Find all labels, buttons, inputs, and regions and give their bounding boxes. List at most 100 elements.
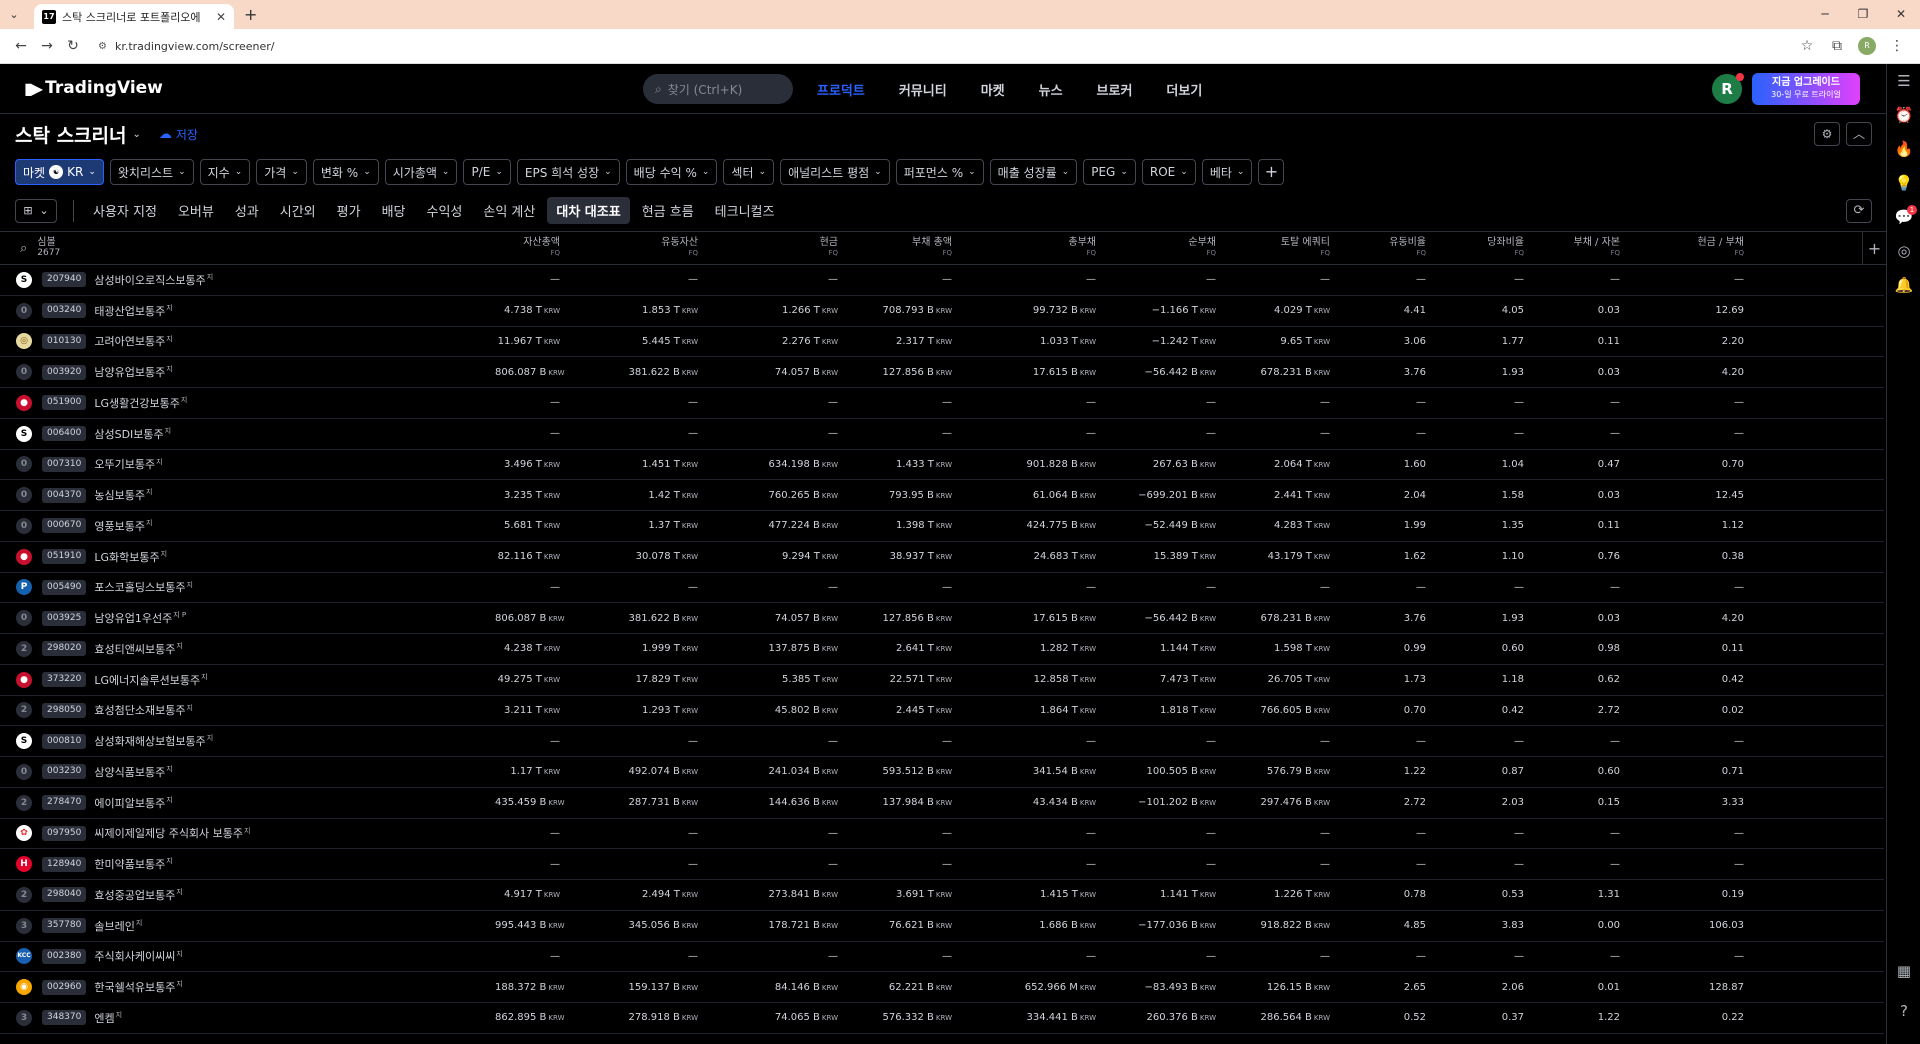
filter-chip[interactable]: EPS 희석 성장 ⌄ bbox=[516, 159, 620, 185]
nav-link-products[interactable]: 프로덕트 bbox=[817, 80, 865, 99]
page-title[interactable]: 스탁 스크리너 bbox=[15, 121, 127, 148]
company-name[interactable]: 에이피알보통주지 bbox=[94, 795, 172, 811]
table-row[interactable]: 2 298020 효성티앤씨보통주지 4.238 T KRW 1.999 T KRW 137.… bbox=[0, 634, 1884, 665]
tab-3[interactable]: 시간외 bbox=[271, 197, 325, 224]
column-header[interactable]: 토탈 에쿼티 FQ bbox=[1216, 237, 1330, 259]
tab-10[interactable]: 테크니컬즈 bbox=[706, 197, 784, 224]
table-row[interactable]: 2 278470 에이피알보통주지 435.459 B KRW 287.731 B KRW 1… bbox=[0, 788, 1884, 819]
symbol-cell[interactable]: KCC 002380 주식회사케이씨씨지 bbox=[0, 948, 495, 965]
nav-link-community[interactable]: 커뮤니티 bbox=[899, 80, 947, 99]
user-avatar[interactable]: R bbox=[1712, 73, 1744, 104]
symbol-cell[interactable]: 0 007310 오뚜기보통주지 bbox=[0, 456, 495, 473]
notifications-bell-icon[interactable]: 🔔 bbox=[1887, 268, 1920, 302]
tab-8[interactable]: 대차 대조표 bbox=[547, 197, 630, 224]
tab-1[interactable]: 오버뷰 bbox=[169, 197, 223, 224]
company-name[interactable]: 한미약품보통주지 bbox=[94, 856, 172, 872]
symbol-cell[interactable]: 0 000670 영풍보통주지 bbox=[0, 517, 495, 534]
filter-chip[interactable]: 시가총액 ⌄ bbox=[384, 159, 458, 185]
ticker-badge[interactable]: 003920 bbox=[42, 364, 87, 380]
table-row[interactable]: ◉ 002960 한국쉘석유보통주지 188.372 B KRW 159.137 B KRW… bbox=[0, 972, 1884, 1003]
filter-market[interactable]: 마켓 ☯ KR ⌄ bbox=[15, 159, 104, 185]
table-row[interactable]: S 000810 삼성화재해상보험보통주지 — — — — — — — — — — — bbox=[0, 726, 1884, 757]
filter-chip[interactable]: ROE ⌄ bbox=[1141, 159, 1196, 185]
alarm-clock-icon[interactable]: ⏰ bbox=[1887, 98, 1920, 132]
symbol-cell[interactable]: S 000810 삼성화재해상보험보통주지 bbox=[0, 733, 495, 750]
company-name[interactable]: 한국쉘석유보통주지 bbox=[94, 979, 182, 995]
symbol-cell[interactable]: 0 004370 농심보통주지 bbox=[0, 487, 495, 504]
tab-4[interactable]: 평가 bbox=[328, 197, 370, 224]
view-selector[interactable]: ⊞ ⌄ bbox=[15, 198, 57, 223]
column-header[interactable]: 유동자산 FQ bbox=[560, 237, 698, 259]
company-name[interactable]: 포스코홀딩스보통주지 bbox=[94, 579, 193, 595]
table-row[interactable]: 0 007310 오뚜기보통주지 3.496 T KRW 1.451 T KRW 634.19… bbox=[0, 450, 1884, 481]
table-row[interactable]: 3 348370 엔켐지 862.895 B KRW 278.918 B KRW 74.065… bbox=[0, 1003, 1884, 1034]
forward-icon[interactable]: → bbox=[34, 38, 60, 54]
company-name[interactable]: 엔켐지 bbox=[94, 1010, 122, 1026]
filter-chip[interactable]: 지수 ⌄ bbox=[199, 159, 251, 185]
back-icon[interactable]: ← bbox=[8, 38, 34, 54]
ticker-badge[interactable]: 000810 bbox=[42, 733, 87, 749]
column-header[interactable]: 당좌비율 FQ bbox=[1426, 237, 1524, 259]
calendar-icon[interactable]: ▦ bbox=[1887, 954, 1920, 988]
add-filter-button[interactable]: + bbox=[1258, 159, 1285, 185]
ticker-badge[interactable]: 007310 bbox=[42, 456, 87, 472]
ticker-badge[interactable]: 051900 bbox=[42, 395, 87, 411]
filter-chip[interactable]: 퍼포먼스 % ⌄ bbox=[895, 159, 984, 185]
new-tab-icon[interactable]: + bbox=[244, 5, 257, 24]
ticker-badge[interactable]: 097950 bbox=[42, 825, 87, 841]
chevron-down-icon[interactable]: ⌄ bbox=[133, 129, 141, 140]
filter-chip[interactable]: PEG ⌄ bbox=[1083, 159, 1136, 185]
site-info-icon[interactable]: ⚙ bbox=[98, 41, 107, 52]
table-row[interactable]: 3 357780 솔브레인지 995.443 B KRW 345.056 B KRW 178.… bbox=[0, 911, 1884, 942]
settings-icon[interactable]: ⚙ bbox=[1814, 122, 1840, 146]
ticker-badge[interactable]: 010130 bbox=[42, 333, 87, 349]
url-field[interactable]: ⚙ kr.tradingview.com/screener/ bbox=[92, 33, 1786, 59]
company-name[interactable]: 효성중공업보통주지 bbox=[94, 887, 182, 903]
symbol-cell[interactable]: 2 298020 효성티앤씨보통주지 bbox=[0, 640, 495, 657]
table-row[interactable]: ● 051900 LG생활건강보통주지 — — — — — — — — — — — bbox=[0, 388, 1884, 419]
symbol-cell[interactable]: H 128940 한미약품보통주지 bbox=[0, 856, 495, 873]
company-name[interactable]: 효성첨단소재보통주지 bbox=[94, 702, 193, 718]
ticker-badge[interactable]: 128940 bbox=[42, 856, 87, 872]
ticker-badge[interactable]: 004370 bbox=[42, 487, 87, 503]
symbol-cell[interactable]: ● 373220 LG에너지솔루션보통주지 bbox=[0, 671, 495, 688]
filter-chip[interactable]: 섹터 ⌄ bbox=[723, 159, 775, 185]
company-name[interactable]: LG화학보통주지 bbox=[94, 549, 167, 565]
filter-chip[interactable]: 애널리스트 평점 ⌄ bbox=[780, 159, 890, 185]
company-name[interactable]: 삼양식품보통주지 bbox=[94, 764, 172, 780]
ideas-bulb-icon[interactable]: 💡 bbox=[1887, 166, 1920, 200]
nav-link-markets[interactable]: 마켓 bbox=[981, 80, 1005, 99]
symbol-cell[interactable]: P 005490 포스코홀딩스보통주지 bbox=[0, 579, 495, 596]
symbol-cell[interactable]: 0 003920 남양유업보통주지 bbox=[0, 364, 495, 381]
table-row[interactable]: ● 051910 LG화학보통주지 82.116 T KRW 30.078 T KRW 9.2… bbox=[0, 542, 1884, 573]
symbol-cell[interactable]: ● 051900 LG생활건강보통주지 bbox=[0, 394, 495, 411]
column-header[interactable]: 부채 / 자본 FQ bbox=[1524, 237, 1620, 259]
collapse-icon[interactable]: ︿ bbox=[1846, 122, 1872, 146]
column-header[interactable]: 현금 FQ bbox=[698, 237, 838, 259]
ticker-badge[interactable]: 000670 bbox=[42, 518, 87, 534]
tab-7[interactable]: 손익 계산 bbox=[474, 197, 544, 224]
tab-9[interactable]: 현금 흐름 bbox=[633, 197, 703, 224]
table-row[interactable]: 0 003920 남양유업보통주지 806.087 B KRW 381.622 B KRW 7… bbox=[0, 357, 1884, 388]
ticker-badge[interactable]: 003240 bbox=[42, 303, 87, 319]
watchlist-icon[interactable]: ☰ bbox=[1887, 64, 1920, 98]
symbol-cell[interactable]: 3 348370 엔켐지 bbox=[0, 1009, 495, 1026]
nav-link-brokers[interactable]: 브로커 bbox=[1097, 80, 1133, 99]
table-row[interactable]: S 207940 삼성바이오로직스보통주지 — — — — — — — — — — — bbox=[0, 265, 1884, 296]
company-name[interactable]: LG생활건강보통주지 bbox=[94, 395, 187, 411]
ticker-badge[interactable]: 298020 bbox=[42, 641, 87, 657]
browser-menu-icon[interactable]: ⋮ bbox=[1882, 38, 1912, 54]
search-icon[interactable]: ⌕ bbox=[20, 241, 27, 256]
column-header[interactable]: 부채 총액 FQ bbox=[838, 237, 952, 259]
company-name[interactable]: 남양유업보통주지 bbox=[94, 364, 172, 380]
nav-link-more[interactable]: 더보기 bbox=[1166, 80, 1202, 99]
company-name[interactable]: 영풍보통주지 bbox=[94, 518, 152, 534]
company-name[interactable]: 삼성SDI보통주지 bbox=[94, 426, 171, 442]
company-name[interactable]: 남양유업1우선주지 P bbox=[94, 610, 186, 626]
symbol-cell[interactable]: ✿ 097950 씨제이제일제당 주식회사 보통주지 bbox=[0, 825, 495, 842]
refresh-icon[interactable]: ⟳ bbox=[1846, 199, 1872, 223]
table-row[interactable]: 0 003230 삼양식품보통주지 1.17 T KRW 492.074 B KRW 241.… bbox=[0, 757, 1884, 788]
bookmark-star-icon[interactable]: ☆ bbox=[1792, 38, 1822, 54]
symbol-cell[interactable]: 0 003240 태광산업보통주지 bbox=[0, 302, 495, 319]
symbol-cell[interactable]: ◎ 010130 고려아연보통주지 bbox=[0, 333, 495, 350]
